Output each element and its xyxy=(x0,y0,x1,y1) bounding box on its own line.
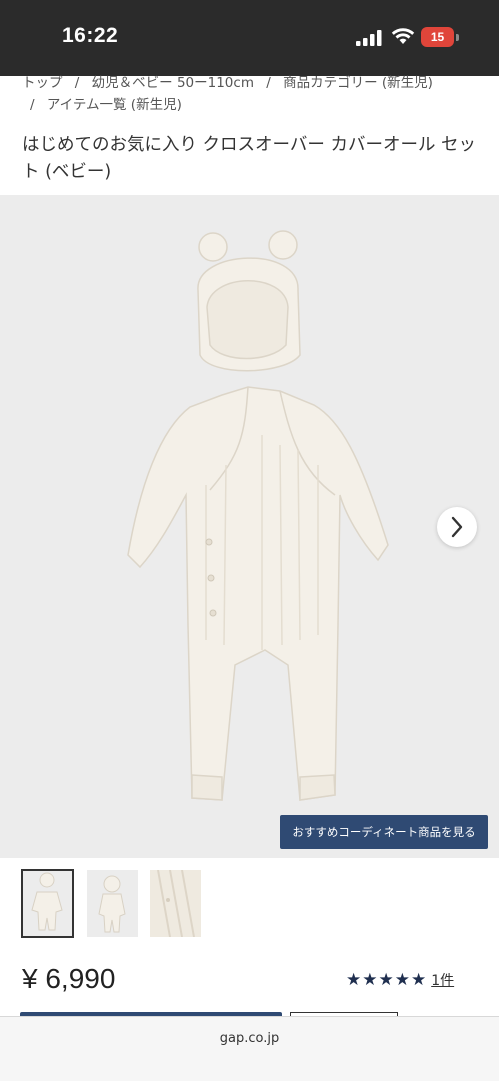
next-image-button[interactable] xyxy=(437,507,477,547)
status-time: 16:22 xyxy=(62,24,119,47)
browser-url-bar[interactable]: gap.co.jp xyxy=(0,1016,499,1081)
signal-icon xyxy=(356,30,382,46)
thumbnail-1[interactable] xyxy=(21,869,74,938)
thumbnail-2[interactable] xyxy=(87,870,138,937)
wifi-icon xyxy=(391,28,415,44)
thumbnail-3[interactable] xyxy=(150,870,201,937)
coverall-body xyxy=(127,386,389,801)
breadcrumb-item-item-list[interactable]: アイテム一覧 (新生児) xyxy=(47,97,182,113)
breadcrumb-separator: / xyxy=(266,75,271,91)
breadcrumb-item-category[interactable]: 商品カテゴリー (新生児) xyxy=(283,75,433,91)
product-image-main[interactable]: おすすめコーディネート商品を見る xyxy=(0,195,499,858)
product-title: はじめてのお気に入り クロスオーバー カバーオール セット (ベビー) xyxy=(22,135,477,182)
status-bar: 16:22 15 xyxy=(0,0,499,76)
breadcrumb-separator: / xyxy=(30,97,35,113)
thumbnail-image xyxy=(31,872,63,931)
battery-nub xyxy=(456,34,459,41)
breadcrumb-separator: / xyxy=(74,75,80,91)
review-count-link[interactable]: 1件 xyxy=(431,970,454,990)
product-photo xyxy=(127,230,389,801)
battery-icon: 15 xyxy=(421,27,454,47)
rating-stars-icon: ★★★★★ xyxy=(346,970,428,990)
url-text: gap.co.jp xyxy=(219,1031,280,1046)
product-price: ¥ 6,990 xyxy=(22,963,116,994)
breadcrumb-item-top[interactable]: トップ xyxy=(22,75,63,91)
breadcrumb-item-toddler-baby[interactable]: 幼児＆ベビー 50ー110cm xyxy=(92,75,254,91)
recommended-coordinate-button[interactable]: おすすめコーディネート商品を見る xyxy=(280,815,488,849)
chevron-right-icon xyxy=(451,516,463,538)
thumbnail-image xyxy=(98,875,126,933)
product-rating: ★★★★★ 1件 xyxy=(346,970,454,990)
bonnet-hat xyxy=(197,230,301,372)
thumbnail-image xyxy=(150,870,201,937)
